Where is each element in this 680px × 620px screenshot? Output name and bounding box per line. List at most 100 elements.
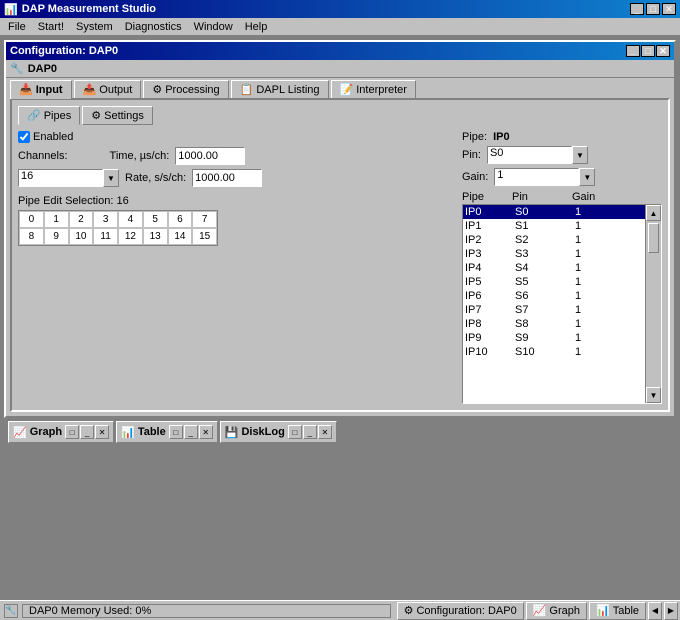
menu-file[interactable]: File (2, 20, 32, 34)
channel-2[interactable]: 2 (69, 211, 94, 228)
taskbar-disklog-panel[interactable]: 💾 DiskLog □ _ ✕ (220, 421, 337, 443)
channel-5[interactable]: 5 (143, 211, 168, 228)
menu-bar: File Start! System Diagnostics Window He… (0, 18, 680, 36)
pipe-row-8[interactable]: IP8S81 (463, 317, 645, 331)
graph-status-btn[interactable]: 📈 Graph (526, 602, 587, 620)
status-right: ⚙ Configuration: DAP0 📈 Graph 📊 Table ◀ … (395, 602, 680, 620)
tab-processing[interactable]: ⚙ Processing (143, 80, 228, 98)
sub-tabs: 🔗 Pipes ⚙ Settings (18, 106, 662, 125)
table-minimize-btn[interactable]: _ (184, 425, 198, 439)
channels-dropdown-btn[interactable]: ▼ (103, 169, 119, 187)
pin-field[interactable]: S0 (487, 146, 572, 164)
table-close-btn[interactable]: ✕ (199, 425, 213, 439)
tab-input[interactable]: 📥 Input (10, 80, 72, 99)
status-nav-left[interactable]: ◀ (648, 602, 662, 620)
time-input[interactable] (175, 147, 245, 165)
channel-14[interactable]: 14 (168, 228, 193, 245)
channel-4[interactable]: 4 (118, 211, 143, 228)
menu-diagnostics[interactable]: Diagnostics (119, 20, 188, 34)
pipe-row-2[interactable]: IP2S21 (463, 233, 645, 247)
menu-help[interactable]: Help (239, 20, 274, 34)
table-restore-btn[interactable]: □ (169, 425, 183, 439)
main-tabs: 📥 Input 📤 Output ⚙ Processing 📋 DAPL Lis… (6, 78, 674, 98)
left-panel: Enabled Channels: Time, µs/ch: 16 (18, 131, 454, 404)
pipe-row-6[interactable]: IP6S61 (463, 289, 645, 303)
table-btn-label: Table (613, 605, 639, 617)
tab-interpreter[interactable]: 📝 Interpreter (331, 80, 416, 98)
settings-icon: ⚙ (91, 109, 101, 122)
dialog-maximize-button[interactable]: □ (641, 45, 655, 57)
pipe-row-3[interactable]: IP3S31 (463, 247, 645, 261)
pipe-row-10[interactable]: IP10S101 (463, 345, 645, 359)
tab-dapl[interactable]: 📋 DAPL Listing (231, 80, 329, 98)
pin-dropdown-btn[interactable]: ▼ (572, 146, 588, 164)
graph-restore-btn[interactable]: □ (65, 425, 79, 439)
dialog-title-bar: Configuration: DAP0 _ □ ✕ (6, 42, 674, 60)
tab-output[interactable]: 📤 Output (74, 80, 142, 98)
graph-panel-label: Graph (30, 426, 62, 438)
sub-tab-pipes[interactable]: 🔗 Pipes (18, 106, 80, 125)
dialog-close-button[interactable]: ✕ (656, 45, 670, 57)
graph-minimize-btn[interactable]: _ (80, 425, 94, 439)
pipe-row-4[interactable]: IP4S41 (463, 261, 645, 275)
minimize-button[interactable]: _ (630, 3, 644, 15)
pin-select[interactable]: S0 ▼ (487, 146, 588, 164)
enabled-checkbox[interactable] (18, 131, 30, 143)
scroll-thumb[interactable] (648, 223, 659, 253)
scroll-down-btn[interactable]: ▼ (646, 387, 661, 403)
menu-system[interactable]: System (70, 20, 119, 34)
pipe-row-5[interactable]: IP5S51 (463, 275, 645, 289)
tab-content-area: 🔗 Pipes ⚙ Settings Enabled (10, 98, 670, 412)
gain-select[interactable]: 1 ▼ (494, 168, 595, 186)
taskbar-table-panel[interactable]: 📊 Table □ _ ✕ (116, 421, 218, 443)
gain-field[interactable]: 1 (494, 168, 579, 186)
taskbar-graph-panel[interactable]: 📈 Graph □ _ ✕ (8, 421, 114, 443)
table-panel-icon: 📊 (121, 426, 135, 439)
scroll-up-btn[interactable]: ▲ (646, 205, 661, 221)
sub-tab-settings[interactable]: ⚙ Settings (82, 106, 153, 125)
close-button[interactable]: ✕ (662, 3, 676, 15)
disklog-close-btn[interactable]: ✕ (318, 425, 332, 439)
pipe-row-1[interactable]: IP1S11 (463, 219, 645, 233)
app-title: 📊 DAP Measurement Studio (4, 3, 156, 16)
channel-15[interactable]: 15 (192, 228, 217, 245)
pipes-icon: 🔗 (27, 109, 41, 122)
dialog-title-controls: _ □ ✕ (626, 45, 670, 57)
channel-10[interactable]: 10 (69, 228, 94, 245)
config-status-btn[interactable]: ⚙ Configuration: DAP0 (397, 602, 524, 620)
channel-6[interactable]: 6 (168, 211, 193, 228)
channels-field[interactable]: 16 (18, 169, 103, 187)
table-status-btn[interactable]: 📊 Table (589, 602, 646, 620)
channel-11[interactable]: 11 (93, 228, 118, 245)
channels-select[interactable]: 16 ▼ (18, 169, 119, 187)
channel-3[interactable]: 3 (93, 211, 118, 228)
disklog-restore-btn[interactable]: □ (288, 425, 302, 439)
channel-13[interactable]: 13 (143, 228, 168, 245)
channel-8[interactable]: 8 (19, 228, 44, 245)
dialog-sub-title: 🔧 DAP0 (6, 60, 674, 78)
channel-12[interactable]: 12 (118, 228, 143, 245)
dialog-minimize-button[interactable]: _ (626, 45, 640, 57)
status-nav-right[interactable]: ▶ (664, 602, 678, 620)
channel-9[interactable]: 9 (44, 228, 69, 245)
pipe-row-9[interactable]: IP9S91 (463, 331, 645, 345)
channel-1[interactable]: 1 (44, 211, 69, 228)
pipe-table-header: Pipe Pin Gain (462, 190, 662, 204)
channels-label: Channels: (18, 150, 68, 162)
disklog-minimize-btn[interactable]: _ (303, 425, 317, 439)
graph-close-btn[interactable]: ✕ (95, 425, 109, 439)
channel-grid: 0 1 2 3 4 5 6 7 8 9 10 11 12 (18, 210, 218, 246)
pipe-row-7[interactable]: IP7S71 (463, 303, 645, 317)
taskbar-panels: 📈 Graph □ _ ✕ 📊 Table □ _ ✕ 💾 DiskLog □ … (4, 418, 676, 446)
pipe-row-0[interactable]: IP0S01 (463, 205, 645, 219)
channel-0[interactable]: 0 (19, 211, 44, 228)
menu-start[interactable]: Start! (32, 20, 70, 34)
menu-window[interactable]: Window (188, 20, 239, 34)
config-btn-label: Configuration: DAP0 (416, 605, 516, 617)
channel-7[interactable]: 7 (192, 211, 217, 228)
maximize-button[interactable]: □ (646, 3, 660, 15)
rate-input[interactable] (192, 169, 262, 187)
gain-dropdown-btn[interactable]: ▼ (579, 168, 595, 186)
table-panel-controls: □ _ ✕ (169, 425, 213, 439)
enabled-label[interactable]: Enabled (18, 131, 73, 143)
